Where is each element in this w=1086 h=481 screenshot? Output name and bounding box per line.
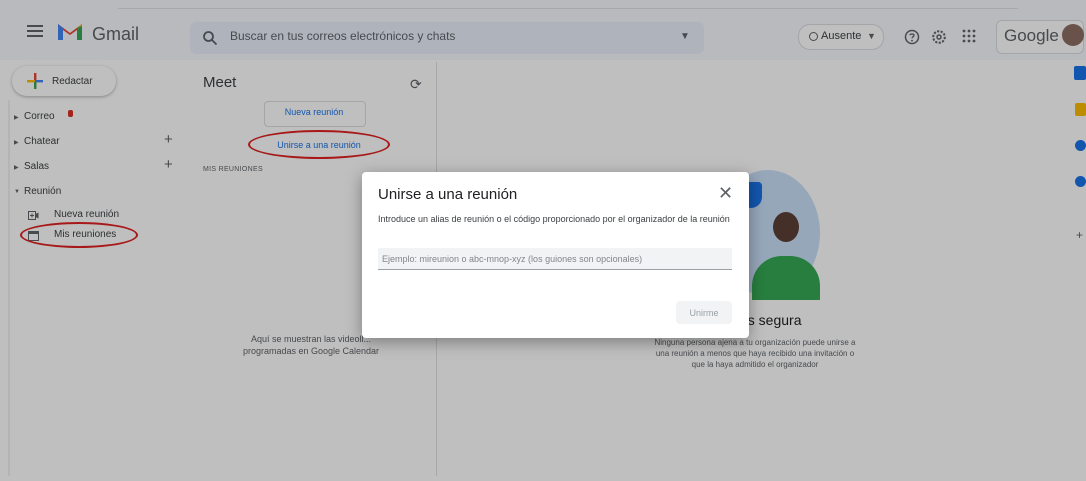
close-icon[interactable]: ✕ (718, 183, 733, 204)
dialog-title: Unirse a una reunión (378, 186, 518, 203)
dialog-description: Introduce un alias de reunión o el códig… (378, 214, 730, 224)
join-submit-label[interactable]: Unirme (676, 308, 732, 318)
meeting-code-input[interactable] (378, 248, 732, 270)
